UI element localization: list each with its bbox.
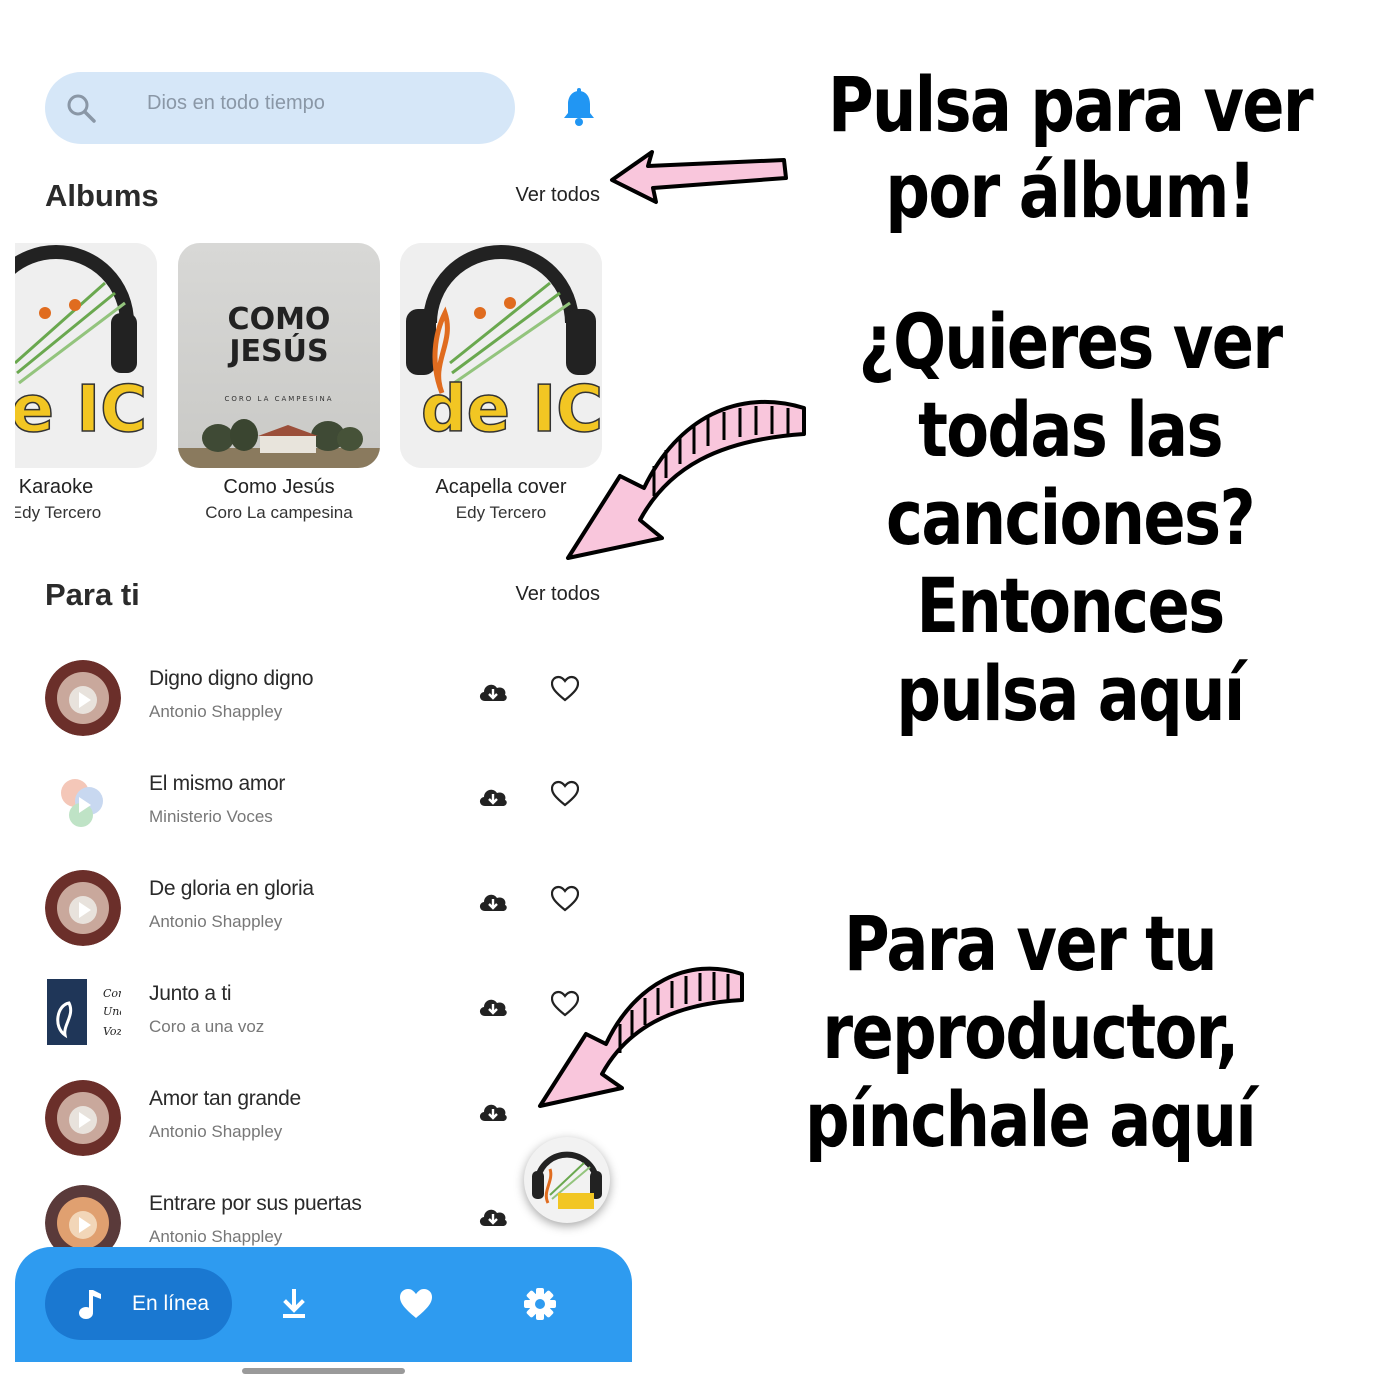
nav-tab-online[interactable]: En línea (45, 1268, 232, 1340)
annotation-line: por álbum! (885, 146, 1256, 235)
albums-carousel[interactable]: de IC Karaoke Edy Tercero COMO (15, 243, 632, 533)
annotation-line: pínchale aquí (804, 1075, 1257, 1164)
heart-icon[interactable] (551, 885, 579, 913)
song-row[interactable]: Digno digno digno Antonio Shappley (15, 657, 632, 762)
heart-icon[interactable] (551, 675, 579, 703)
cloud-download-icon[interactable] (477, 782, 509, 812)
bottom-navigation: En línea (15, 1247, 632, 1362)
album-card[interactable]: COMO JESÚS CORO LA CAMPESINA Como Jesús … (178, 243, 380, 523)
song-title: De gloria en gloria (149, 877, 314, 900)
search-icon (67, 94, 96, 123)
song-title: Entrare por sus puertas (149, 1192, 362, 1215)
annotation-line: ¿Quieres ver (858, 297, 1284, 386)
download-icon[interactable] (277, 1287, 311, 1321)
annotation-line: Entonces (916, 561, 1225, 650)
song-thumbnail (45, 660, 121, 736)
heart-icon[interactable] (399, 1287, 433, 1321)
albums-see-all-link[interactable]: Ver todos (515, 184, 600, 207)
song-thumbnail (45, 870, 121, 946)
cloud-download-icon[interactable] (477, 887, 509, 917)
song-title: Amor tan grande (149, 1087, 301, 1110)
album-title: Como Jesús (223, 476, 335, 498)
annotation-line: Pulsa para ver (827, 60, 1314, 149)
annotation-player-tip: Para ver tu reproductor, pínchale aquí (776, 900, 1284, 1164)
svg-text:Una: Una (103, 1005, 121, 1018)
app-screen: Dios en todo tiempo Albums Ver todos e I… (15, 0, 632, 1385)
song-artist: Antonio Shappley (149, 1227, 283, 1246)
album-cover-subtext: CORO LA CAMPESINA (225, 395, 334, 403)
album-artist: Edy Tercero (15, 503, 102, 522)
search-input[interactable]: Dios en todo tiempo (45, 72, 515, 144)
album-card[interactable]: de IC Karaoke Edy Tercero (15, 243, 157, 523)
albums-heading: Albums (45, 178, 159, 213)
song-row[interactable]: El mismo amor Ministerio Voces (15, 762, 632, 867)
annotation-line: todas las (918, 385, 1223, 474)
search-placeholder: Dios en todo tiempo (147, 92, 325, 114)
song-thumbnail (45, 1080, 121, 1156)
annotation-line: Para ver tu (844, 899, 1218, 988)
home-indicator[interactable] (242, 1368, 405, 1374)
bell-icon[interactable] (561, 88, 597, 128)
svg-text:Voz: Voz (103, 1025, 121, 1038)
song-title: Digno digno digno (149, 667, 314, 690)
annotation-line: pulsa aquí (896, 649, 1245, 738)
album-cover-text: COMO (228, 302, 331, 337)
annotation-curved-arrow (538, 966, 744, 1108)
song-artist: Ministerio Voces (149, 807, 273, 826)
nav-tab-online-label: En línea (132, 1292, 210, 1315)
foryou-see-all-link[interactable]: Ver todos (515, 583, 600, 606)
album-artist: Coro La campesina (205, 503, 353, 522)
annotation-album-tip: Pulsa para ver por álbum! (816, 62, 1324, 234)
song-title: Junto a ti (149, 982, 232, 1005)
song-thumbnail (45, 765, 121, 841)
cloud-download-icon[interactable] (477, 677, 509, 707)
cloud-download-icon[interactable] (477, 1202, 509, 1232)
heart-icon[interactable] (551, 780, 579, 808)
annotation-songs-tip: ¿Quieres ver todas las canciones? Entonc… (816, 298, 1324, 738)
annotation-line: canciones? (886, 473, 1256, 562)
album-cover: de IC (15, 243, 157, 468)
foryou-heading: Para ti (45, 577, 140, 612)
system-gesture-bar (15, 1362, 632, 1385)
song-thumbnail: Coro Una Voz (45, 975, 121, 1051)
song-artist: Antonio Shappley (149, 1122, 283, 1141)
player-logo-icon (532, 1151, 602, 1209)
annotation-line: reproductor, (822, 987, 1239, 1076)
cloud-download-icon[interactable] (477, 992, 509, 1022)
mini-player-button[interactable] (524, 1137, 610, 1223)
annotation-curved-arrow (566, 399, 806, 560)
settings-icon[interactable] (523, 1287, 557, 1321)
song-artist: Antonio Shappley (149, 702, 283, 721)
song-title: El mismo amor (149, 772, 286, 795)
album-title: Karaoke (18, 476, 94, 498)
album-cover: COMO JESÚS CORO LA CAMPESINA (178, 243, 380, 468)
song-artist: Coro a una voz (149, 1017, 265, 1036)
music-note-icon (79, 1290, 101, 1319)
annotation-arrow-left (610, 150, 788, 204)
cloud-download-icon[interactable] (477, 1097, 509, 1127)
album-cover-text: de IC (15, 373, 147, 447)
song-artist: Antonio Shappley (149, 912, 283, 931)
album-cover-text: JESÚS (227, 332, 328, 369)
svg-text:Coro: Coro (103, 987, 121, 1000)
